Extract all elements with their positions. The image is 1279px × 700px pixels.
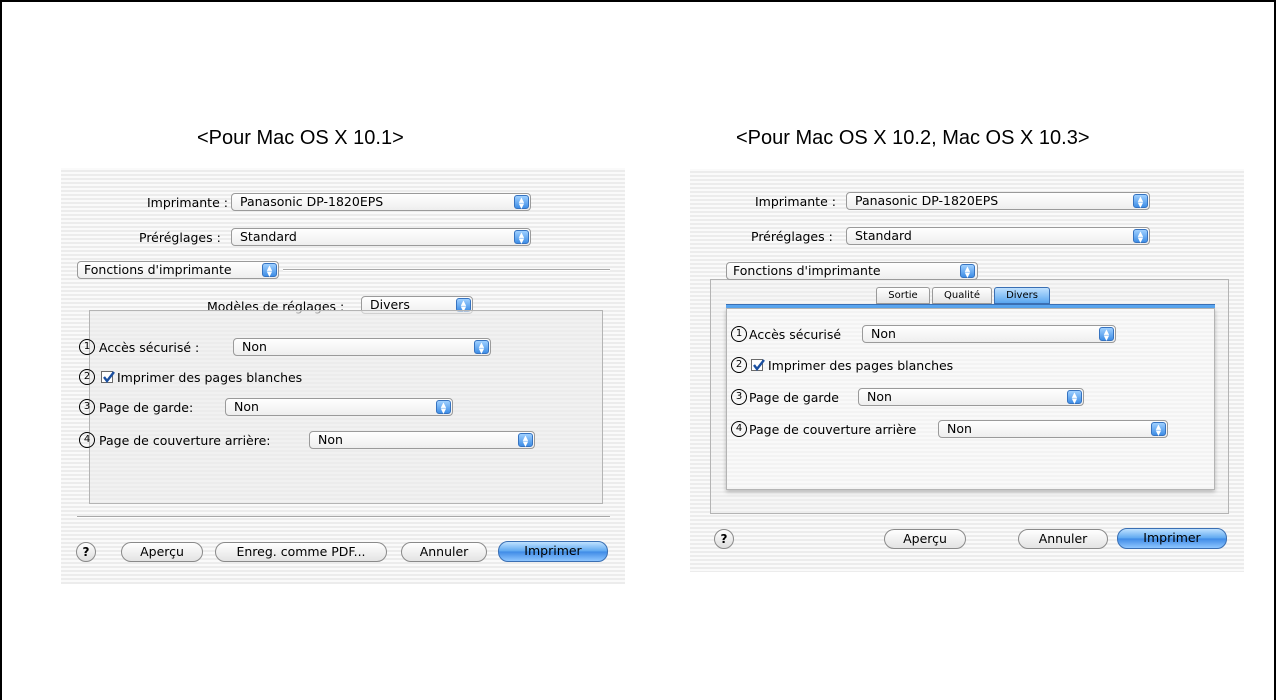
section-popup[interactable]: Fonctions d'imprimante ▲ ▼ — [726, 262, 978, 280]
back-cover-popup[interactable]: Non ▲ ▼ — [938, 420, 1168, 438]
checkmark-icon — [753, 359, 765, 371]
updown-arrows-icon: ▲ ▼ — [518, 433, 533, 448]
presets-popup[interactable]: Standard ▲ ▼ — [231, 228, 531, 246]
help-button[interactable]: ? — [714, 529, 734, 549]
callout-3: 3 — [731, 389, 747, 405]
print-dialog-10-1: Imprimante : Panasonic DP-1820EPS ▲ ▼ Pré… — [61, 168, 625, 584]
secure-access-label: Accès sécurisé — [749, 327, 842, 342]
updown-arrows-icon: ▲ ▼ — [436, 400, 451, 415]
secure-access-value: Non — [871, 326, 896, 341]
callout-3: 3 — [79, 399, 95, 415]
blank-pages-checkbox[interactable] — [751, 359, 765, 371]
tab-sortie[interactable]: Sortie — [876, 287, 930, 304]
secure-access-popup[interactable]: Non ▲ ▼ — [862, 325, 1116, 343]
secure-access-value: Non — [242, 339, 267, 354]
printer-value: Panasonic DP-1820EPS — [855, 193, 999, 208]
presets-label: Préréglages : — [139, 230, 221, 245]
cover-page-popup[interactable]: Non ▲ ▼ — [225, 398, 453, 416]
print-dialog-10-2: Imprimante : Panasonic DP-1820EPS ▲ ▼ Pré… — [690, 169, 1244, 572]
printer-label: Imprimante : — [755, 194, 836, 209]
presets-value: Standard — [240, 229, 297, 244]
cover-page-popup[interactable]: Non ▲ ▼ — [858, 388, 1084, 406]
section-popup[interactable]: Fonctions d'imprimante ▲ ▼ — [77, 261, 279, 279]
cancel-button[interactable]: Annuler — [401, 542, 487, 562]
updown-arrows-icon: ▲ ▼ — [1099, 327, 1114, 342]
blank-pages-label: Imprimer des pages blanches — [117, 370, 303, 385]
section-value: Fonctions d'imprimante — [733, 263, 881, 278]
updown-arrows-icon: ▲ ▼ — [262, 263, 277, 278]
blank-pages-label: Imprimer des pages blanches — [768, 358, 954, 373]
presets-value: Standard — [855, 228, 912, 243]
tab-divers[interactable]: Divers — [994, 287, 1050, 304]
bottom-divider — [77, 516, 610, 518]
section-divider — [283, 269, 610, 271]
secure-access-label: Accès sécurisé : — [99, 340, 200, 355]
updown-arrows-icon: ▲ ▼ — [1151, 422, 1166, 437]
printer-popup[interactable]: Panasonic DP-1820EPS ▲ ▼ — [846, 192, 1150, 210]
cover-page-value: Non — [234, 399, 259, 414]
cover-page-value: Non — [867, 389, 892, 404]
callout-4: 4 — [79, 432, 95, 448]
checkmark-icon — [103, 371, 115, 383]
tab-qualite[interactable]: Qualité — [932, 287, 992, 304]
callout-2: 2 — [731, 357, 747, 373]
callout-4: 4 — [731, 421, 747, 437]
blank-pages-checkbox[interactable] — [101, 371, 115, 383]
secure-access-popup[interactable]: Non ▲ ▼ — [233, 338, 491, 356]
help-button[interactable]: ? — [76, 542, 96, 562]
back-cover-label: Page de couverture arrière: — [99, 433, 271, 448]
cancel-button[interactable]: Annuler — [1018, 529, 1108, 549]
right-caption: <Pour Mac OS X 10.2, Mac OS X 10.3> — [736, 127, 1090, 149]
back-cover-popup[interactable]: Non ▲ ▼ — [309, 431, 535, 449]
presets-label: Préréglages : — [751, 229, 833, 244]
callout-1: 1 — [731, 326, 747, 342]
preview-button[interactable]: Aperçu — [121, 542, 203, 562]
print-button[interactable]: Imprimer — [498, 541, 608, 562]
updown-arrows-icon: ▲ ▼ — [960, 264, 975, 279]
updown-arrows-icon: ▲ ▼ — [1067, 390, 1082, 405]
back-cover-label: Page de couverture arrière — [749, 422, 917, 437]
left-caption: <Pour Mac OS X 10.1> — [197, 127, 404, 149]
section-value: Fonctions d'imprimante — [84, 262, 232, 277]
callout-1: 1 — [79, 339, 95, 355]
updown-arrows-icon: ▲ ▼ — [1133, 229, 1148, 244]
updown-arrows-icon: ▲ ▼ — [514, 195, 529, 210]
preview-button[interactable]: Aperçu — [884, 529, 966, 549]
cover-page-label: Page de garde — [749, 390, 839, 405]
callout-2: 2 — [79, 369, 95, 385]
printer-popup[interactable]: Panasonic DP-1820EPS ▲ ▼ — [231, 193, 531, 211]
printer-label: Imprimante : — [147, 195, 228, 210]
cover-page-label: Page de garde: — [99, 400, 194, 415]
back-cover-value: Non — [947, 421, 972, 436]
save-pdf-button[interactable]: Enreg. comme PDF... — [215, 542, 387, 562]
updown-arrows-icon: ▲ ▼ — [1133, 194, 1148, 209]
updown-arrows-icon: ▲ ▼ — [514, 230, 529, 245]
print-button[interactable]: Imprimer — [1117, 528, 1227, 549]
printer-value: Panasonic DP-1820EPS — [240, 194, 384, 209]
updown-arrows-icon: ▲ ▼ — [474, 340, 489, 355]
presets-popup[interactable]: Standard ▲ ▼ — [846, 227, 1150, 245]
back-cover-value: Non — [318, 432, 343, 447]
